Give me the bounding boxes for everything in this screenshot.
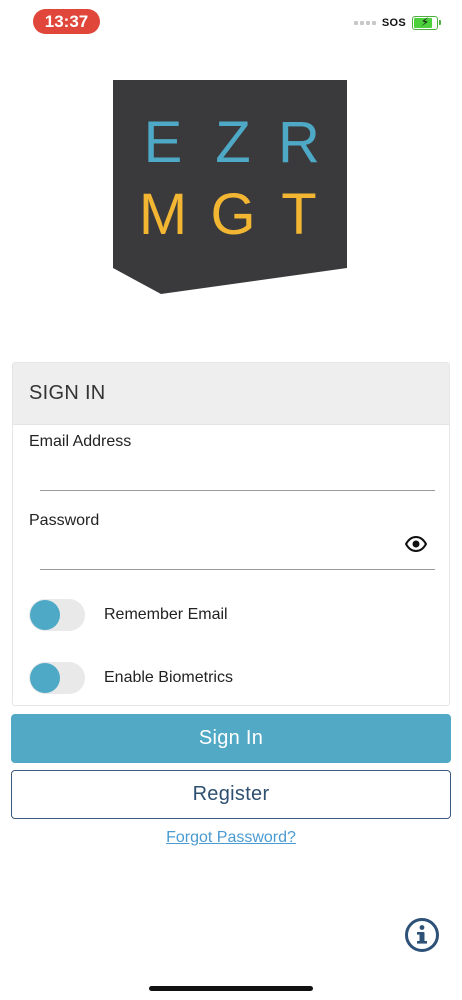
logo-letter: T	[281, 182, 316, 247]
register-button[interactable]: Register	[11, 770, 451, 819]
battery-charging-icon: ⚡	[412, 15, 441, 30]
remember-email-toggle[interactable]	[29, 599, 85, 631]
home-indicator[interactable]	[149, 986, 313, 991]
remember-email-label: Remember Email	[104, 606, 228, 623]
toggle-knob	[30, 663, 60, 693]
carrier-label: SOS	[381, 17, 406, 29]
logo-letter: G	[210, 182, 255, 247]
toggle-knob	[30, 600, 60, 630]
password-field[interactable]	[40, 535, 400, 563]
email-underline	[40, 490, 435, 491]
logo-letter: Z	[215, 110, 250, 175]
remember-email-row: Remember Email	[29, 599, 228, 631]
logo-letter: E	[144, 110, 183, 175]
signin-card: SIGN IN Email Address Password Remember …	[12, 362, 450, 706]
password-label: Password	[29, 512, 100, 529]
email-label: Email Address	[29, 433, 132, 450]
enable-biometrics-row: Enable Biometrics	[29, 662, 233, 694]
logo-letter: R	[278, 110, 320, 175]
status-bar: 13:37 SOS ⚡	[0, 0, 462, 44]
sign-in-button[interactable]: Sign In	[11, 714, 451, 763]
status-right: SOS ⚡	[353, 15, 441, 30]
signin-header: SIGN IN	[13, 363, 449, 425]
password-underline	[40, 569, 435, 570]
enable-biometrics-label: Enable Biometrics	[104, 669, 233, 686]
status-time: 13:37	[33, 9, 100, 34]
signal-icon	[353, 21, 376, 25]
eye-icon[interactable]	[405, 536, 427, 552]
enable-biometrics-toggle[interactable]	[29, 662, 85, 694]
ezr-mgt-logo: E Z R M G T	[113, 80, 347, 294]
forgot-password-link[interactable]: Forgot Password?	[0, 829, 462, 847]
email-field[interactable]	[40, 459, 400, 487]
info-icon[interactable]	[404, 917, 440, 953]
logo-letter: M	[139, 182, 187, 247]
